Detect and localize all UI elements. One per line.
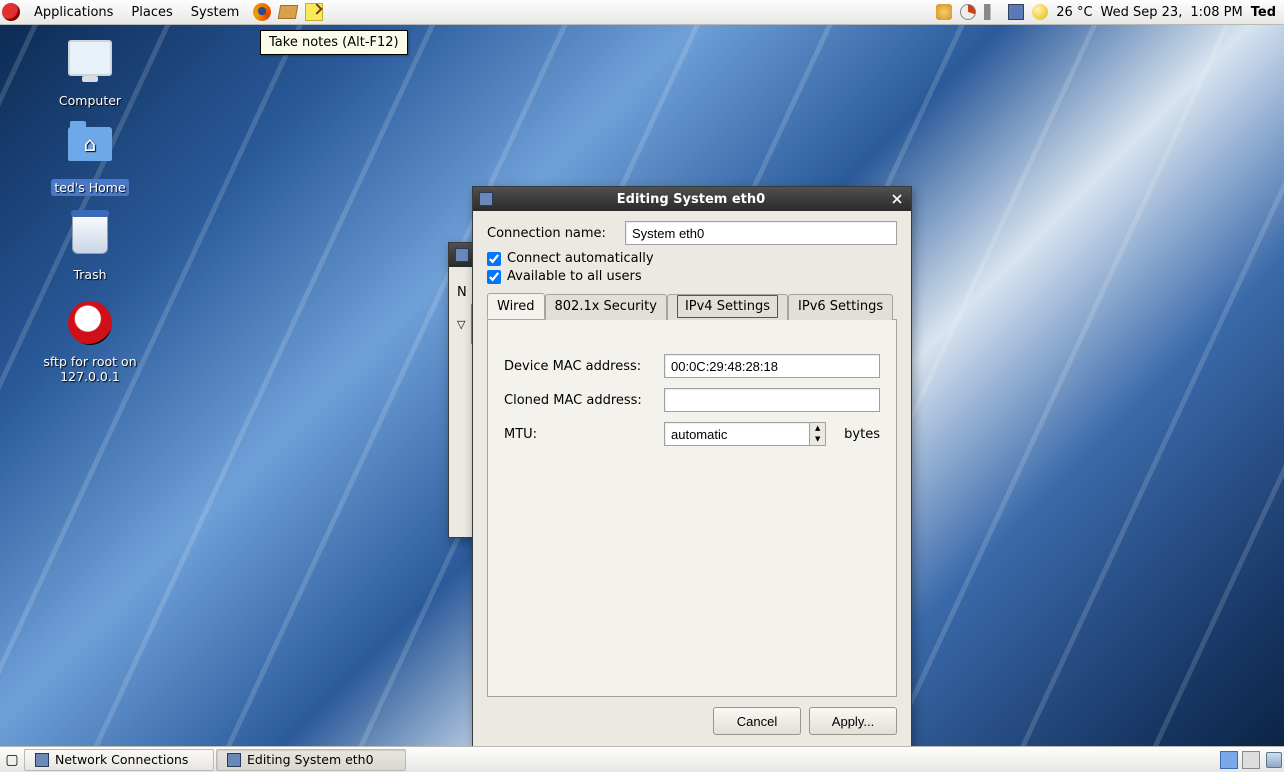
tab-wired[interactable]: Wired	[487, 293, 545, 319]
bg-row-label: N	[457, 285, 467, 300]
top-panel: Applications Places System 26 °C Wed Sep…	[0, 0, 1284, 25]
connect-automatically-checkbox[interactable]	[487, 252, 501, 266]
window-icon	[479, 192, 493, 206]
tab-ipv4-settings[interactable]: IPv4 Settings	[667, 294, 788, 320]
desktop-icons-area: Computer ted's Home Trash sftp for root …	[20, 40, 160, 403]
desktop-icon-label: ted's Home	[51, 179, 128, 196]
available-all-users-checkbox[interactable]	[487, 270, 501, 284]
desktop-icon-trash[interactable]: Trash	[20, 214, 160, 283]
available-all-users-label: Available to all users	[507, 269, 642, 284]
firefox-icon	[253, 3, 271, 21]
cloned-mac-input[interactable]	[664, 388, 880, 412]
trash-icon	[72, 214, 108, 254]
cpu-gauge-icon[interactable]	[960, 4, 976, 20]
notes-launcher[interactable]	[303, 1, 325, 23]
workspace-switcher-2[interactable]	[1242, 751, 1260, 769]
tab-bar: Wired 802.1x Security IPv4 Settings IPv6…	[487, 293, 897, 320]
desktop-icon-label: sftp for root on 127.0.0.1	[20, 353, 160, 385]
close-button[interactable]	[889, 191, 905, 207]
device-mac-label: Device MAC address:	[504, 359, 654, 374]
editing-connection-dialog: Editing System eth0 Connection name: Con…	[472, 186, 912, 748]
time-label[interactable]: 1:08 PM	[1190, 5, 1242, 20]
apply-button[interactable]: Apply...	[809, 707, 897, 735]
distro-logo-icon[interactable]	[2, 3, 20, 21]
tab-ipv6-settings[interactable]: IPv6 Settings	[788, 294, 893, 320]
connect-automatically-label: Connect automatically	[507, 251, 654, 266]
chevron-up-icon: ▲	[810, 423, 825, 434]
titlebar[interactable]: Editing System eth0	[473, 187, 911, 211]
connection-name-input[interactable]	[625, 221, 897, 245]
mtu-label: MTU:	[504, 427, 654, 442]
window-icon	[35, 753, 49, 767]
trash-applet-icon[interactable]	[1266, 752, 1282, 768]
home-folder-icon	[68, 127, 112, 161]
update-tray-icon[interactable]	[936, 4, 952, 20]
taskbar-item-editing-eth0[interactable]: Editing System eth0	[216, 749, 406, 771]
package-icon	[278, 5, 298, 19]
task-label: Network Connections	[55, 752, 188, 767]
desktop-icon-label: Trash	[70, 266, 109, 283]
menu-places[interactable]: Places	[123, 3, 180, 22]
workspace-switcher-1[interactable]	[1220, 751, 1238, 769]
menu-system[interactable]: System	[183, 3, 247, 22]
cancel-button[interactable]: Cancel	[713, 707, 801, 735]
mtu-unit-label: bytes	[844, 427, 880, 442]
task-label: Editing System eth0	[247, 752, 374, 767]
menu-applications[interactable]: Applications	[26, 3, 121, 22]
cloned-mac-label: Cloned MAC address:	[504, 393, 654, 408]
window-icon	[455, 248, 469, 262]
tab-8021x-security[interactable]: 802.1x Security	[545, 294, 667, 320]
taskbar-item-network-connections[interactable]: Network Connections	[24, 749, 214, 771]
package-manager-launcher[interactable]	[277, 1, 299, 23]
desktop-icon-label: Computer	[56, 92, 124, 109]
user-label[interactable]: Ted	[1251, 5, 1276, 20]
date-label[interactable]: Wed Sep 23,	[1101, 5, 1183, 20]
temperature-label: 26 °C	[1056, 5, 1092, 20]
volume-icon[interactable]	[984, 4, 1000, 20]
firefox-launcher[interactable]	[251, 1, 273, 23]
network-tray-icon[interactable]	[1008, 4, 1024, 20]
bottom-taskbar: ▢ Network Connections Editing System eth…	[0, 746, 1284, 772]
sticky-note-icon	[305, 3, 323, 21]
close-icon	[892, 194, 902, 204]
desktop-icon-home[interactable]: ted's Home	[20, 127, 160, 196]
chevron-down-icon: ▽	[457, 318, 465, 331]
ipv4-highlight: IPv4 Settings	[677, 295, 778, 318]
connection-name-label: Connection name:	[487, 226, 617, 241]
window-icon	[227, 753, 241, 767]
show-desktop-button[interactable]: ▢	[2, 752, 22, 768]
desktop-icon-computer[interactable]: Computer	[20, 40, 160, 109]
dialog-title: Editing System eth0	[499, 192, 883, 207]
tooltip: Take notes (Alt-F12)	[260, 30, 408, 55]
weather-icon	[1032, 4, 1048, 20]
desktop-icon-sftp[interactable]: sftp for root on 127.0.0.1	[20, 301, 160, 385]
redhat-icon	[68, 301, 112, 345]
computer-icon	[68, 40, 112, 76]
tab-panel-wired: Device MAC address: Cloned MAC address: …	[487, 320, 897, 697]
device-mac-input[interactable]	[664, 354, 880, 378]
mtu-input[interactable]	[664, 422, 810, 446]
mtu-spinner[interactable]: ▲ ▼	[810, 422, 826, 446]
chevron-down-icon: ▼	[810, 434, 825, 445]
